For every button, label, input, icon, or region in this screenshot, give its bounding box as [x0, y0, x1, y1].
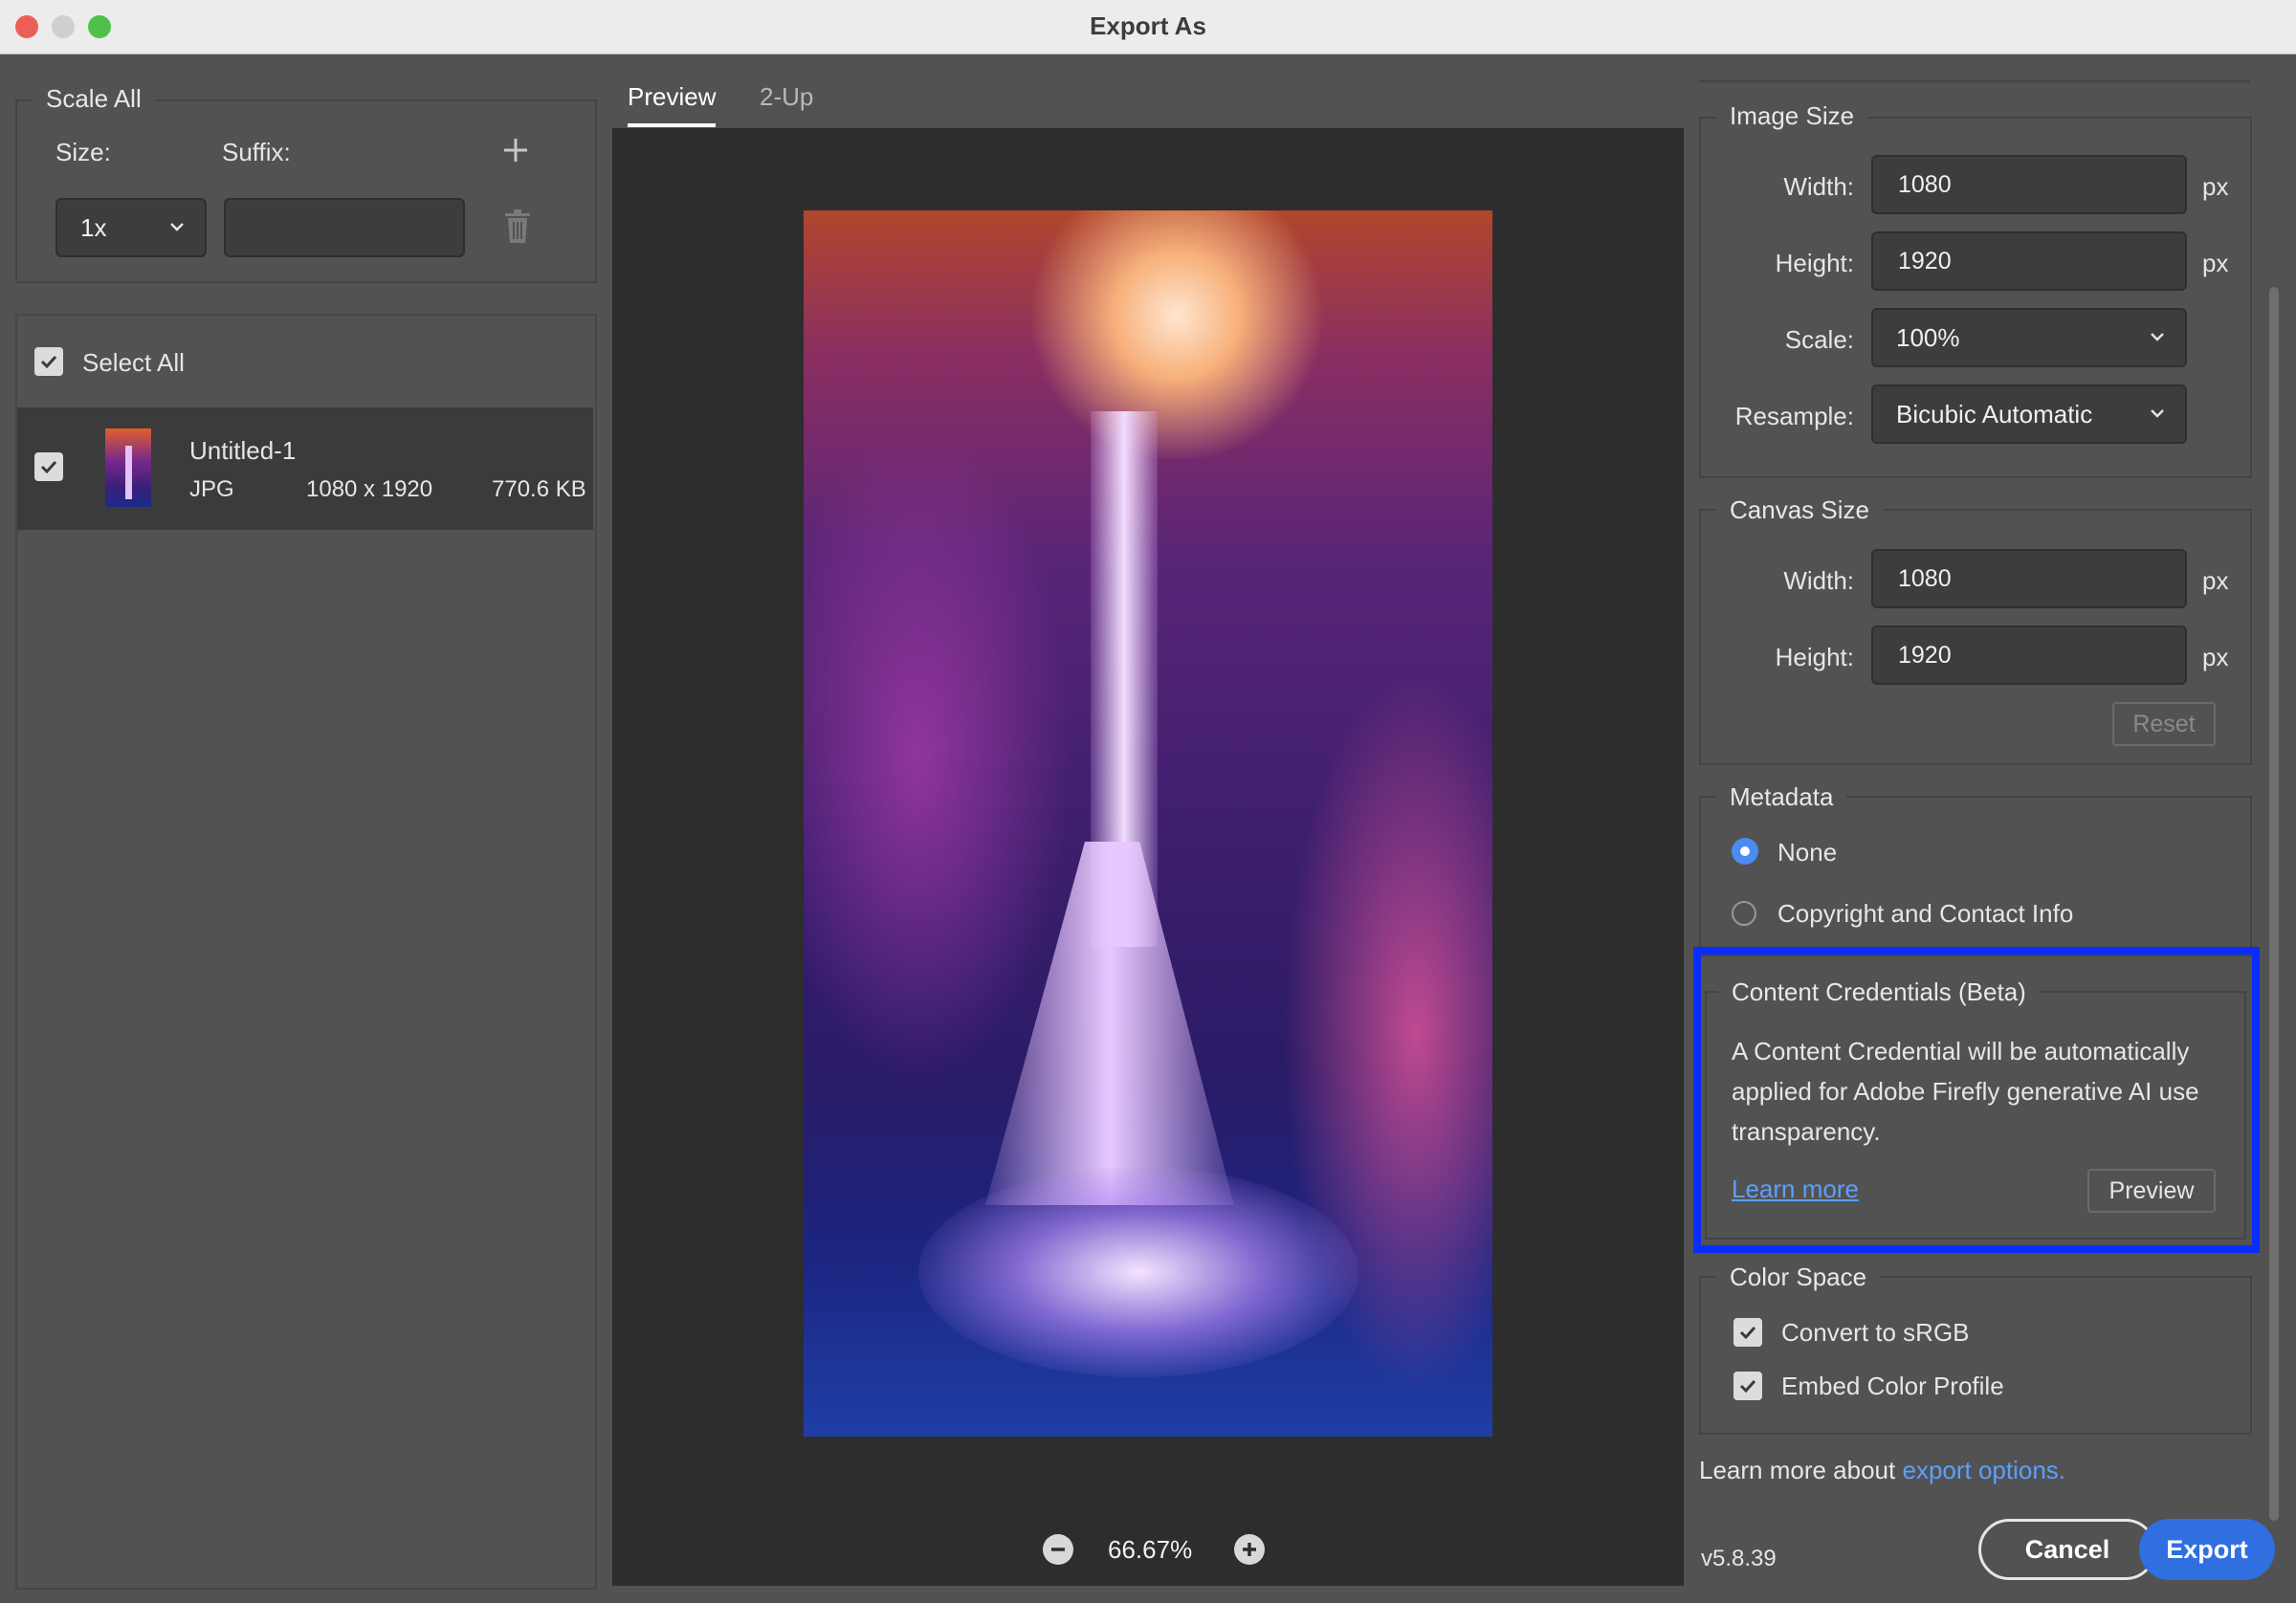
file-thumbnail — [105, 428, 151, 507]
suffix-label: Suffix: — [222, 138, 291, 166]
select-all-checkbox[interactable] — [34, 347, 63, 376]
color-space-legend: Color Space — [1716, 1263, 1881, 1292]
suffix-input[interactable] — [224, 198, 465, 257]
export-options-link[interactable]: export options. — [1902, 1456, 2065, 1484]
learn-more-link[interactable]: Learn more — [1732, 1175, 1859, 1204]
file-name: Untitled-1 — [189, 436, 297, 465]
version-label: v5.8.39 — [1701, 1546, 1777, 1571]
window-title: Export As — [1090, 11, 1206, 40]
title-bar: Export As — [0, 0, 2296, 55]
content-credentials-description-2: applied for Adobe Firefly generative AI … — [1732, 1077, 2199, 1106]
canvas-height-unit: px — [2202, 643, 2229, 671]
file-dimensions: 1080 x 1920 — [306, 476, 433, 502]
tab-preview[interactable]: Preview — [628, 82, 716, 112]
size-select-value: 1x — [80, 212, 107, 242]
canvas-size-legend: Canvas Size — [1716, 495, 1883, 525]
plus-icon[interactable] — [501, 136, 530, 165]
image-foliage-left — [804, 421, 1071, 1090]
export-as-dialog: Export As Scale All Size: Suffix: 1x Sel… — [0, 0, 2296, 1603]
file-item-checkbox[interactable] — [34, 452, 63, 481]
chevron-down-icon — [2151, 333, 2164, 341]
settings-scrollbar[interactable] — [2269, 287, 2279, 1521]
file-list-item[interactable]: Untitled-1 JPG 1080 x 1920 770.6 KB — [17, 407, 593, 530]
scale-select[interactable]: 100% — [1871, 308, 2187, 367]
content-credentials-description-3: transparency. — [1732, 1117, 1881, 1146]
zoom-in-icon[interactable] — [1234, 1534, 1265, 1565]
zoom-out-icon[interactable] — [1043, 1534, 1073, 1565]
preview-canvas: 66.67% — [612, 128, 1684, 1586]
canvas-height-label: Height: — [1775, 643, 1854, 671]
trash-icon[interactable] — [503, 209, 532, 245]
embed-profile-label: Embed Color Profile — [1781, 1372, 2004, 1400]
image-splash — [918, 1167, 1358, 1377]
zoom-level: 66.67% — [1108, 1535, 1193, 1564]
canvas-height-input[interactable]: 1920 — [1871, 626, 2187, 685]
metadata-copyright-label: Copyright and Contact Info — [1777, 899, 2074, 928]
radio-dot — [1740, 846, 1750, 856]
size-select[interactable]: 1x — [55, 198, 207, 257]
metadata-none-label: None — [1777, 838, 1838, 867]
chevron-down-icon — [170, 223, 184, 231]
preview-image — [804, 210, 1492, 1437]
convert-srgb-label: Convert to sRGB — [1781, 1318, 1970, 1347]
metadata-legend: Metadata — [1716, 782, 1847, 812]
resample-select-value: Bicubic Automatic — [1896, 399, 2093, 428]
canvas-width-input[interactable]: 1080 — [1871, 549, 2187, 608]
image-sky-glow — [1024, 210, 1330, 459]
embed-profile-checkbox[interactable] — [1733, 1372, 1762, 1400]
metadata-none-radio[interactable] — [1732, 838, 1758, 865]
cancel-button[interactable]: Cancel — [1978, 1519, 2156, 1580]
image-height-label: Height: — [1775, 249, 1854, 277]
content-credentials-legend: Content Credentials (Beta) — [1718, 977, 2040, 1007]
resample-select[interactable]: Bicubic Automatic — [1871, 384, 2187, 444]
image-width-label: Width: — [1783, 172, 1854, 201]
metadata-group — [1699, 796, 2252, 956]
content-credentials-preview-button[interactable]: Preview — [2087, 1169, 2216, 1213]
tab-preview-underline — [628, 123, 716, 127]
image-size-legend: Image Size — [1716, 101, 1868, 131]
file-size: 770.6 KB — [492, 476, 586, 502]
image-height-unit: px — [2202, 249, 2229, 277]
image-width-unit: px — [2202, 172, 2229, 201]
checkmark-icon — [1739, 1379, 1756, 1394]
size-label: Size: — [55, 138, 111, 166]
metadata-copyright-radio[interactable] — [1732, 901, 1756, 926]
settings-top-divider — [1699, 80, 2250, 82]
canvas-width-label: Width: — [1783, 566, 1854, 595]
scale-select-value: 100% — [1896, 322, 1960, 352]
reset-button[interactable]: Reset — [2112, 702, 2216, 746]
color-space-group — [1699, 1276, 2252, 1435]
select-all-label: Select All — [82, 348, 185, 377]
learn-more-export-text: Learn more about export options. — [1699, 1456, 2065, 1485]
chevron-down-icon — [2151, 409, 2164, 418]
scale-all-legend: Scale All — [33, 84, 155, 114]
checkmark-icon — [1739, 1326, 1756, 1340]
tab-2-up[interactable]: 2-Up — [760, 82, 813, 112]
resample-label: Resample: — [1734, 402, 1854, 430]
scale-label: Scale: — [1784, 325, 1854, 354]
image-height-input[interactable]: 1920 — [1871, 231, 2187, 291]
convert-srgb-checkbox[interactable] — [1733, 1318, 1762, 1347]
checkmark-icon — [40, 460, 57, 474]
file-format: JPG — [189, 476, 234, 502]
image-width-input[interactable]: 1080 — [1871, 155, 2187, 214]
checkmark-icon — [40, 355, 57, 369]
export-button[interactable]: Export — [2139, 1519, 2275, 1580]
thumbnail-waterfall — [125, 446, 132, 499]
content-credentials-description-1: A Content Credential will be automatical… — [1732, 1037, 2190, 1065]
canvas-width-unit: px — [2202, 566, 2229, 595]
learn-more-export-prefix: Learn more about — [1699, 1456, 1896, 1484]
